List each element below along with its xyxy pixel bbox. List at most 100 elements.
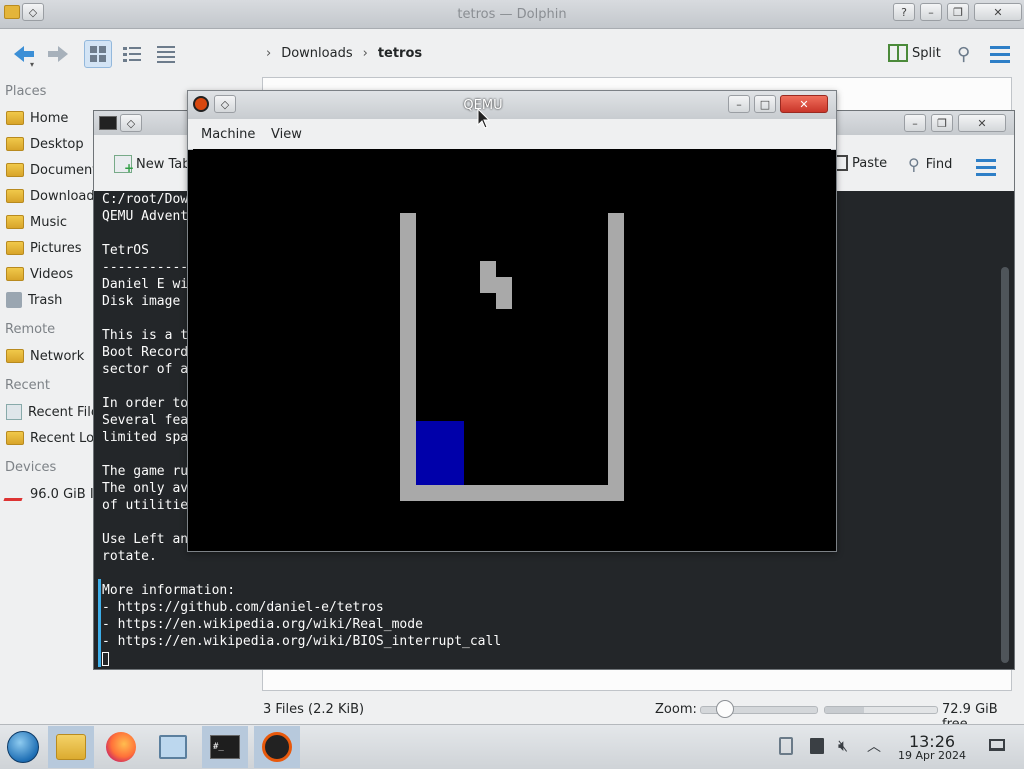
help-button[interactable]: ? (893, 3, 915, 21)
compact-view-button[interactable] (118, 40, 146, 68)
pictures-folder-icon (6, 241, 24, 255)
place-home[interactable]: Home (6, 107, 68, 129)
menu-machine[interactable]: Machine (201, 127, 255, 142)
maximize-button[interactable]: ❐ (947, 3, 969, 21)
details-view-icon (157, 46, 175, 63)
show-desktop-icon[interactable] (989, 739, 1005, 751)
qemu-maximize-button[interactable]: □ (754, 95, 776, 113)
place-pictures[interactable]: Pictures (6, 237, 81, 259)
konsole-minimize-button[interactable]: – (904, 114, 926, 132)
videos-folder-icon (6, 267, 24, 281)
qemu-titlebar[interactable]: ◇ QEMU – □ ✕ (188, 91, 836, 120)
terminal-cursor (102, 652, 109, 666)
network-folder-icon (6, 349, 24, 363)
home-folder-icon (6, 111, 24, 125)
trash-icon (6, 292, 22, 308)
close-button[interactable]: ✕ (974, 3, 1022, 21)
dolphin-titlebar[interactable]: ◇ tetros — Dolphin ? – ❐ ✕ (0, 0, 1024, 29)
task-dolphin[interactable] (48, 726, 94, 768)
terminal-line: - https://en.wikipedia.org/wiki/Real_mod… (102, 617, 423, 632)
place-videos[interactable]: Videos (6, 263, 73, 285)
konsole-menu-icon[interactable] (976, 159, 996, 176)
breadcrumb-separator-icon: › (266, 46, 272, 61)
paste-button[interactable]: Paste (834, 155, 887, 171)
qemu-window: ◇ QEMU – □ ✕ Machine View (187, 90, 837, 552)
split-button[interactable]: Split (888, 44, 941, 62)
konsole-close-button[interactable]: ✕ (958, 114, 1006, 132)
breadcrumb-downloads[interactable]: Downloads (281, 46, 352, 61)
documents-folder-icon (6, 163, 24, 177)
clock-date[interactable]: 19 Apr 2024 (891, 749, 973, 762)
system-settings-icon (159, 735, 187, 759)
recent-files-icon (6, 404, 22, 420)
search-icon[interactable]: ⚲ (957, 44, 970, 65)
konsole-maximize-button[interactable]: ❐ (931, 114, 953, 132)
free-space-fill (825, 707, 865, 713)
task-system-settings[interactable] (150, 726, 196, 768)
zoom-slider[interactable] (700, 700, 818, 718)
place-recent-files[interactable]: Recent Files (6, 401, 106, 423)
window-title: tetros — Dolphin (457, 7, 567, 22)
find-button[interactable]: ⚲ Find (908, 155, 952, 174)
task-qemu[interactable] (254, 726, 300, 768)
tray-expand-icon[interactable]: ︿ (867, 736, 881, 756)
place-network[interactable]: Network (6, 345, 84, 367)
menu-view[interactable]: View (271, 127, 302, 142)
terminal-line: - https://github.com/daniel-e/tetros (102, 600, 384, 615)
task-firefox[interactable] (98, 726, 144, 768)
terminal-scrollbar[interactable] (998, 191, 1014, 669)
start-orb-icon (7, 731, 39, 763)
hamburger-menu-icon[interactable] (990, 46, 1010, 63)
konsole-pin-icon[interactable]: ◇ (120, 114, 142, 132)
arrow-right-icon (48, 46, 68, 62)
downloads-folder-icon (6, 189, 24, 203)
drive-icon (3, 487, 27, 501)
breadcrumb-tetros[interactable]: tetros (378, 46, 422, 61)
konsole-app-icon (99, 116, 117, 130)
qemu-minimize-button[interactable]: – (728, 95, 750, 113)
status-bar: 3 Files (2.2 KiB) Zoom: 72.9 GiB free (0, 698, 1024, 732)
tetris-wall-right (608, 213, 624, 501)
volume-muted-icon[interactable]: 🔇︎ (838, 736, 848, 756)
forward-button[interactable] (44, 40, 72, 68)
landed-block (416, 421, 464, 485)
zoom-label: Zoom: (655, 702, 697, 717)
qemu-close-button[interactable]: ✕ (780, 95, 828, 113)
minimize-button[interactable]: – (920, 3, 942, 21)
falling-piece-block-3 (496, 293, 512, 309)
devices-header: Devices (5, 460, 57, 475)
breadcrumb-separator-icon: › (362, 46, 368, 61)
icons-view-icon (90, 46, 106, 62)
falling-piece-block-1 (480, 261, 496, 277)
start-menu-button[interactable] (0, 726, 46, 768)
icons-view-button[interactable] (84, 40, 112, 68)
back-dropdown-icon[interactable]: ▾ (30, 60, 34, 69)
new-tab-icon: + (114, 155, 134, 175)
file-manager-icon (56, 734, 86, 760)
recent-locations-icon (6, 431, 24, 445)
find-icon: ⚲ (908, 155, 920, 174)
place-music[interactable]: Music (6, 211, 67, 233)
place-trash[interactable]: Trash (6, 289, 62, 311)
clipboard-tray-icon[interactable] (779, 737, 793, 755)
details-view-button[interactable] (152, 40, 180, 68)
terminal-line: - https://en.wikipedia.org/wiki/BIOS_int… (102, 634, 502, 649)
desktop-folder-icon (6, 137, 24, 151)
task-konsole[interactable]: #_ (202, 726, 248, 768)
tetris-wall-left (400, 213, 416, 501)
split-view-icon (888, 44, 908, 62)
terminal-icon: #_ (210, 735, 240, 759)
terminal-line: More information: (102, 583, 236, 598)
notes-tray-icon[interactable] (810, 738, 824, 754)
zoom-slider-handle[interactable] (716, 700, 735, 718)
mouse-cursor-icon (477, 108, 491, 129)
qemu-display[interactable] (193, 149, 831, 547)
tetris-floor (400, 485, 624, 501)
new-tab-button[interactable]: + New Tab (114, 155, 191, 175)
falling-piece-block-2 (480, 277, 512, 293)
place-documents[interactable]: Documents (6, 159, 104, 181)
scrollbar-thumb[interactable] (1001, 267, 1009, 663)
place-desktop[interactable]: Desktop (6, 133, 84, 155)
place-downloads[interactable]: Downloads (6, 185, 101, 207)
